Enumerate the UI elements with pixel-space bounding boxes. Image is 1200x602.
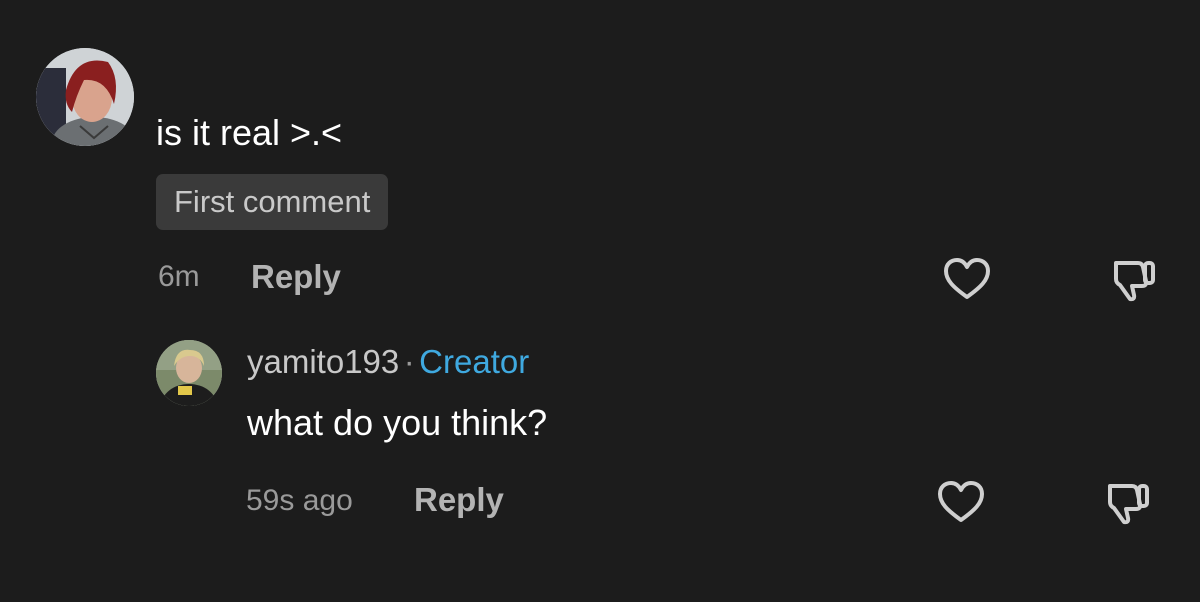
reply-timestamp: 59s ago — [246, 484, 353, 517]
creator-label: Creator — [419, 343, 530, 380]
first-comment-badge: First comment — [156, 174, 389, 230]
thumbs-down-icon[interactable] — [1102, 478, 1152, 526]
reply-text: what do you think? — [247, 402, 548, 443]
thumbs-down-icon[interactable] — [1108, 255, 1158, 303]
comment-reply-button[interactable]: Reply — [251, 258, 341, 296]
commenter-avatar[interactable] — [36, 48, 134, 146]
separator-dot: · — [403, 343, 415, 380]
username-link[interactable]: yamito193 — [247, 343, 399, 380]
reply-header: yamito193 · Creator — [247, 343, 529, 381]
comment-text: is it real >.< — [156, 112, 343, 153]
reply-reply-button[interactable]: Reply — [414, 481, 504, 519]
creator-avatar[interactable] — [156, 340, 222, 406]
heart-icon[interactable] — [936, 478, 986, 526]
comment-timestamp: 6m — [158, 260, 200, 293]
heart-icon[interactable] — [942, 255, 992, 303]
